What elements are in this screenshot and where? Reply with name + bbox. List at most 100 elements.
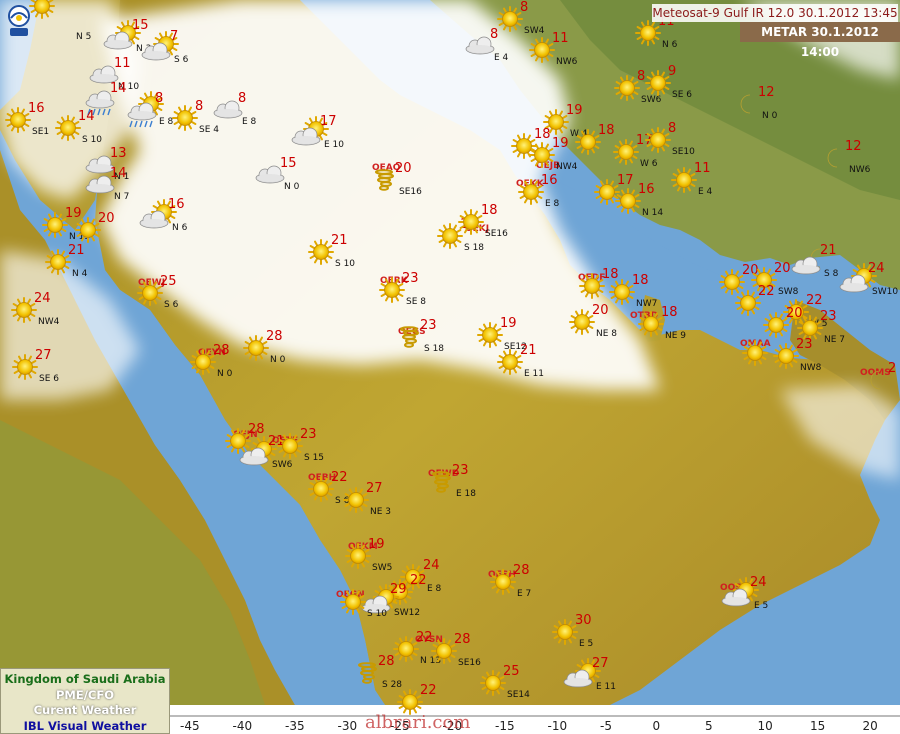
station-temperature: 27 <box>35 348 52 363</box>
legend-agency: PME/CFO <box>56 687 114 702</box>
station-temperature: 14 <box>78 109 95 124</box>
station-wind: E 8 <box>427 584 442 594</box>
station-temperature: 27 <box>366 481 383 496</box>
station-temperature: 18 <box>632 273 649 288</box>
station-temperature: 8 <box>490 27 498 42</box>
station-temperature: 21 <box>68 243 85 258</box>
scale-tick-label: -35 <box>285 719 305 733</box>
station-temperature: 12 <box>52 0 69 2</box>
station-temperature: 30 <box>575 613 592 628</box>
station-wind: N 7 <box>114 192 129 202</box>
station-temperature: 27 <box>592 656 609 671</box>
map-legend: Kingdom of Saudi Arabia PME/CFO Curent W… <box>0 668 170 734</box>
station-temperature: 11 <box>552 31 569 46</box>
station-temperature: 21 <box>331 233 348 248</box>
station-temperature: 22 <box>420 683 437 698</box>
station-wind: SE 8 <box>406 297 426 307</box>
station-temperature: 14 <box>110 166 127 181</box>
station-wind: NE 8 <box>596 329 617 339</box>
station-wind: SE10 <box>672 147 695 157</box>
station-temperature: 17 <box>320 114 337 129</box>
station-wind: SW4 <box>524 26 545 36</box>
station-wind: N 0 <box>284 182 300 192</box>
station-temperature: 11 <box>694 161 711 176</box>
station-temperature: 23 <box>452 463 469 478</box>
station-wind: NW8 <box>800 363 822 373</box>
station-wind: E 11 <box>596 682 616 692</box>
station-temperature: 23 <box>796 337 813 352</box>
station-wind: SE16 <box>485 229 508 239</box>
station-temperature: 8 <box>668 121 676 136</box>
station-temperature: 18 <box>602 267 619 282</box>
station-temperature: 14 <box>110 81 127 96</box>
scale-tick-label: 15 <box>810 719 825 733</box>
scale-tick-label: 10 <box>758 719 773 733</box>
weather-map: -45 -40 -35 -30 -25 -20 -15 -10 -5 0 5 10 15 20 OEKJO… <box>0 0 900 734</box>
station-wind: SW12 <box>394 608 420 618</box>
station-wind: SW6 <box>272 460 293 470</box>
station-temperature: 7 <box>170 29 178 44</box>
station-wind: S 6 <box>174 55 189 65</box>
station-temperature: 25 <box>503 664 520 679</box>
station-wind: N 6 <box>172 223 188 233</box>
station-temperature: 12 <box>758 85 775 100</box>
station-temperature: 8 <box>155 91 163 106</box>
scale-tick-label: -15 <box>495 719 515 733</box>
station-wind: S 18 <box>464 243 484 253</box>
station-wind: E 8 <box>159 117 174 127</box>
station-wind: NW4 <box>38 317 60 327</box>
station-wind: S 10 <box>335 259 355 269</box>
station-temperature: 17 <box>617 173 634 188</box>
station-temperature: 19 <box>566 103 583 118</box>
station-temperature: 23 <box>300 427 317 442</box>
station-wind: E 8 <box>545 199 560 209</box>
station-wind: S 28 <box>382 680 402 690</box>
station-temperature: 20 <box>786 306 803 321</box>
station-temperature: 21 <box>520 343 537 358</box>
station-temperature: 23 <box>402 271 419 286</box>
station-temperature: 18 <box>598 123 615 138</box>
scale-tick-label: -30 <box>338 719 358 733</box>
station-temperature: 24 <box>34 291 51 306</box>
station-wind: SW5 <box>372 563 392 573</box>
station-temperature: 8 <box>238 91 246 106</box>
station-temperature: 15 <box>280 156 297 171</box>
station-wind: SW8 <box>778 287 799 297</box>
station-wind: N 0 <box>270 355 286 365</box>
temperature-scale: -45 -40 -35 -30 -25 -20 -15 -10 -5 0 5 10 15 20 <box>170 705 900 734</box>
station-temperature: 20 <box>395 161 412 176</box>
station-temperature: 24 <box>868 261 885 276</box>
station-temperature: 23 <box>820 309 837 324</box>
station-wind: S 6 <box>164 300 179 310</box>
station-temperature: 13 <box>110 146 127 161</box>
station-wind: SE14 <box>507 690 530 700</box>
station-temperature: 22 <box>758 284 775 299</box>
station-temperature: 16 <box>28 101 45 116</box>
station-wind: E 7 <box>517 589 531 599</box>
station-wind: NW6 <box>849 165 871 175</box>
station-wind: NE 3 <box>370 507 391 517</box>
station-wind: W 6 <box>640 159 658 169</box>
station-temperature: 19 <box>552 136 569 151</box>
station-temperature: 8 <box>637 69 645 84</box>
station-wind: S 10 <box>367 609 387 619</box>
station-wind: E 5 <box>579 639 593 649</box>
scale-tick-label: -40 <box>233 719 253 733</box>
station-temperature: 18 <box>534 127 551 142</box>
station-temperature: 28 <box>454 632 471 647</box>
station-wind: SE 4 <box>199 125 219 135</box>
station-wind: E 11 <box>524 369 544 379</box>
scale-tick-label: 20 <box>863 719 878 733</box>
station-wind: N 5 <box>76 32 91 42</box>
station-wind: E 8 <box>242 117 257 127</box>
station-temperature: 15 <box>132 18 149 33</box>
station-temperature: 20 <box>774 261 791 276</box>
station-temperature: 28 <box>213 343 230 358</box>
legend-product: Curent Weather <box>33 703 137 717</box>
station-wind: SE 6 <box>672 90 692 100</box>
station-temperature: 18 <box>481 203 498 218</box>
station-temperature: 24 <box>423 558 440 573</box>
station-wind: NW6 <box>556 57 578 67</box>
weather-station[interactable]: N 5 <box>76 32 91 42</box>
station-temperature: 19 <box>65 206 82 221</box>
